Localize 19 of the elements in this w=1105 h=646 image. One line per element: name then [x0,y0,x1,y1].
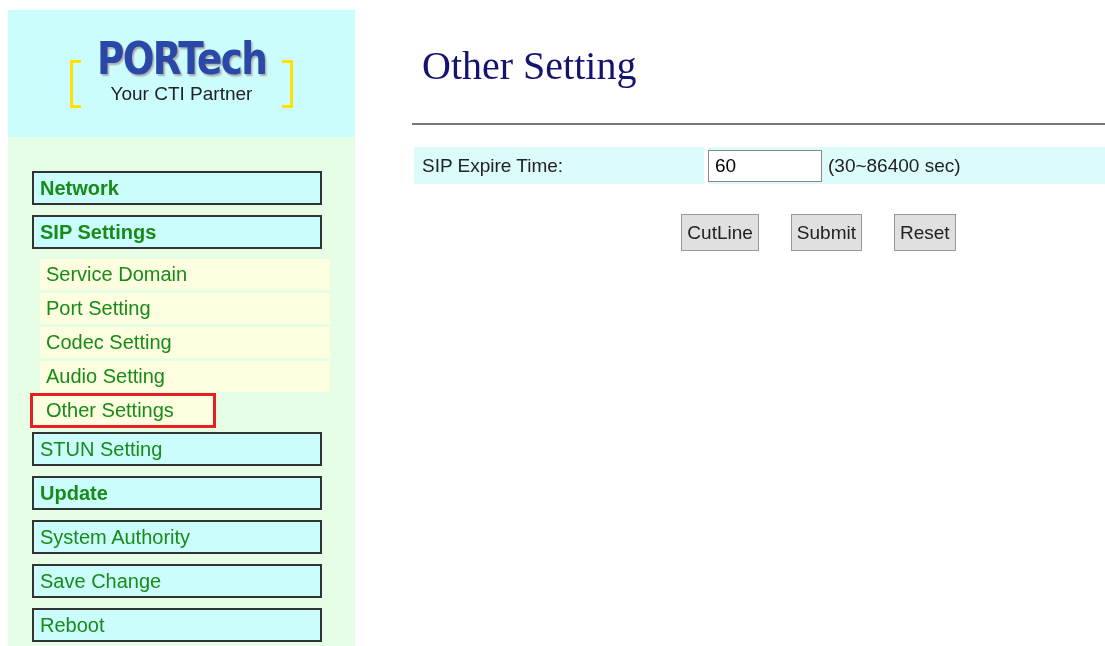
input-field[interactable]: 60 [708,149,822,182]
form-button[interactable]: Reset [894,214,956,251]
form-button[interactable]: CutLine [681,214,759,251]
menu-item[interactable]: System Authority [32,520,322,554]
menu-item[interactable]: Update [32,476,322,510]
submenu-item[interactable]: Other Settings [32,395,214,426]
page-title: Other Setting [422,42,638,90]
menu-item[interactable]: Network [32,171,322,205]
field-hint: (30~86400 sec) [828,154,961,177]
menu-item[interactable]: Save Change [32,564,322,598]
field-label: SIP Expire Time: [414,147,704,184]
menu-item[interactable]: STUN Setting [32,432,322,466]
submenu-item[interactable]: Codec Setting [40,327,330,358]
submenu-item[interactable]: Audio Setting [40,361,330,392]
menu-item[interactable]: SIP Settings [32,215,322,249]
menu-item[interactable]: Reboot [32,608,322,642]
submenu-item[interactable]: Port Setting [40,293,330,324]
submenu-item[interactable]: Service Domain [40,259,330,290]
form-button[interactable]: Submit [790,214,862,251]
